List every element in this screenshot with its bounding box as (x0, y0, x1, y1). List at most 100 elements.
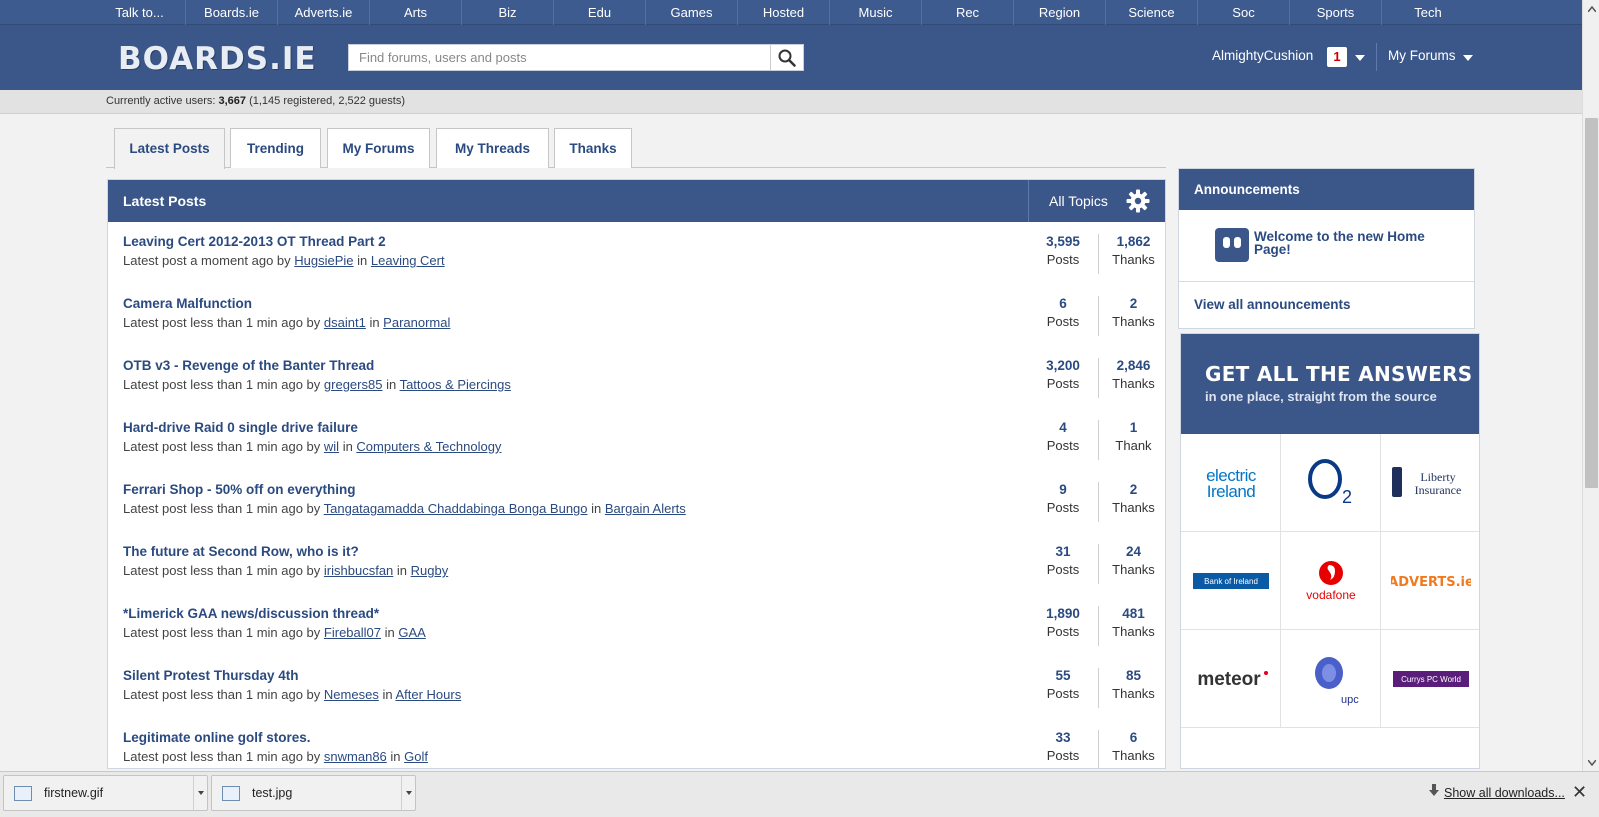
category-music[interactable]: Music (830, 0, 922, 25)
category-boards-ie[interactable]: Boards.ie (186, 0, 278, 25)
thread-title-link[interactable]: OTB v3 - Revenge of the Banter Thread (123, 358, 374, 373)
tab-latest-posts[interactable]: Latest Posts (114, 128, 225, 169)
download-filename[interactable]: test.jpg (252, 786, 292, 800)
search-input[interactable] (349, 45, 769, 70)
post-author-link[interactable]: snwman86 (324, 749, 387, 764)
tab-my-forums[interactable]: My Forums (327, 128, 430, 168)
post-author-link[interactable]: Nemeses (324, 687, 379, 702)
forum-link[interactable]: Paranormal (383, 315, 450, 330)
post-author-link[interactable]: gregers85 (324, 377, 383, 392)
all-topics-filter[interactable]: All Topics (1049, 193, 1108, 209)
brand-upc-logo[interactable]: upc (1281, 630, 1381, 728)
thread-title-link[interactable]: Silent Protest Thursday 4th (123, 668, 299, 683)
category-adverts-ie[interactable]: Adverts.ie (278, 0, 370, 25)
forum-link[interactable]: GAA (398, 625, 425, 640)
brand-electric-ireland-logo[interactable]: electric Ireland (1181, 434, 1281, 532)
download-menu-chevron-down-icon[interactable] (193, 776, 207, 810)
category-talk-to[interactable]: Talk to... (94, 0, 186, 25)
download-filename[interactable]: firstnew.gif (44, 786, 103, 800)
my-forums-menu[interactable]: My Forums (1388, 48, 1456, 63)
image-file-icon (222, 786, 240, 801)
scrollbar-thumb[interactable] (1585, 118, 1598, 488)
category-soc[interactable]: Soc (1198, 0, 1290, 25)
post-count-value: 6 (1059, 296, 1067, 311)
thread-title-link[interactable]: Hard-drive Raid 0 single drive failure (123, 420, 358, 435)
post-row: OTB v3 - Revenge of the Banter Thread Lat… (108, 346, 1165, 409)
post-author-link[interactable]: wil (324, 439, 339, 454)
site-header: BOARDS.IE AlmightyCushion 1 My Forums (0, 25, 1582, 90)
tab-thanks[interactable]: Thanks (554, 128, 632, 168)
forum-link[interactable]: Computers & Technology (356, 439, 501, 454)
vertical-scrollbar[interactable] (1582, 0, 1599, 771)
thread-title-link[interactable]: Ferrari Shop - 50% off on everything (123, 482, 356, 497)
tab-my-threads[interactable]: My Threads (436, 128, 549, 168)
gear-icon[interactable] (1126, 189, 1150, 213)
announcement-link[interactable]: Welcome to the new Home Page! (1254, 230, 1459, 257)
download-arrow-icon (1429, 784, 1439, 796)
category-sports[interactable]: Sports (1290, 0, 1382, 25)
show-all-downloads-link[interactable]: Show all downloads... (1444, 786, 1565, 800)
search-button[interactable] (770, 45, 803, 70)
post-time: Latest post less than 1 min ago by (123, 377, 324, 392)
category-biz[interactable]: Biz (462, 0, 554, 25)
user-menu-username[interactable]: AlmightyCushion (1212, 48, 1313, 63)
post-author-link[interactable]: irishbucsfan (324, 563, 393, 578)
scroll-down-arrow-icon[interactable] (1583, 754, 1599, 771)
brand-vodafone-logo[interactable]: vodafone (1281, 532, 1381, 630)
site-logo[interactable]: BOARDS.IE (118, 41, 317, 77)
category-tech[interactable]: Tech (1382, 0, 1474, 25)
thread-title-link[interactable]: Camera Malfunction (123, 296, 252, 311)
post-count-label: Posts (1046, 376, 1080, 391)
post-count-label: Posts (1046, 314, 1080, 329)
thread-title-link[interactable]: Legitimate online golf stores. (123, 730, 311, 745)
post-author-link[interactable]: HugsiePie (294, 253, 353, 268)
post-author-link[interactable]: Tangatagamadda Chaddabinga Bonga Bungo (324, 501, 588, 516)
post-row: Legitimate online golf stores. Latest pos… (108, 718, 1165, 768)
announcement-item: Welcome to the new Home Page! (1179, 210, 1474, 282)
view-all-announcements-link[interactable]: View all announcements (1194, 297, 1351, 312)
post-meta: Latest post less than 1 min ago by wil i… (123, 439, 501, 454)
brand-currys-logo[interactable]: Currys PC World (1381, 630, 1479, 728)
post-time: Latest post less than 1 min ago by (123, 315, 324, 330)
category-region[interactable]: Region (1014, 0, 1106, 25)
forum-link[interactable]: Leaving Cert (371, 253, 445, 268)
user-menu-chevron-down-icon[interactable] (1355, 55, 1365, 61)
brand-o2-logo[interactable]: 2 (1281, 434, 1381, 532)
forum-link[interactable]: Rugby (411, 563, 449, 578)
forum-link[interactable]: Bargain Alerts (605, 501, 686, 516)
close-icon[interactable]: ✕ (1572, 783, 1587, 801)
svg-text:vodafone: vodafone (1306, 588, 1356, 602)
meteor-logo-art: meteor (1197, 669, 1268, 690)
forum-link[interactable]: Golf (404, 749, 428, 764)
thread-title-link[interactable]: Leaving Cert 2012-2013 OT Thread Part 2 (123, 234, 386, 249)
thread-title-link[interactable]: The future at Second Row, who is it? (123, 544, 359, 559)
category-rec[interactable]: Rec (922, 0, 1014, 25)
advert-banner[interactable]: GET ALL THE ANSWERS in one place, straig… (1181, 334, 1479, 434)
tab-trending[interactable]: Trending (230, 128, 321, 168)
brand-adverts-logo[interactable]: ADVERTS.ie (1381, 532, 1479, 630)
category-games[interactable]: Games (646, 0, 738, 25)
category-arts[interactable]: Arts (370, 0, 462, 25)
brand-liberty-insurance-logo[interactable]: Liberty Insurance (1381, 434, 1479, 532)
download-item[interactable]: test.jpg (211, 775, 416, 811)
in-word: in (587, 501, 605, 516)
download-menu-chevron-down-icon[interactable] (401, 776, 415, 810)
active-users-text: Currently active users: 3,667 (1,145 reg… (106, 95, 405, 107)
post-meta: Latest post less than 1 min ago by dsain… (123, 315, 450, 330)
thanks-count-value: 2 (1129, 296, 1138, 311)
brand-bank-of-ireland-logo[interactable]: Bank of Ireland (1181, 532, 1281, 630)
category-nav: Talk to... Boards.ie Adverts.ie Arts Biz Edu G… (0, 0, 1582, 25)
forum-link[interactable]: Tattoos & Piercings (400, 377, 511, 392)
scroll-up-arrow-icon[interactable] (1583, 0, 1599, 17)
post-author-link[interactable]: Fireball07 (324, 625, 381, 640)
thread-title-link[interactable]: *Limerick GAA news/discussion thread* (123, 606, 379, 621)
notification-badge[interactable]: 1 (1327, 47, 1347, 67)
category-edu[interactable]: Edu (554, 0, 646, 25)
post-author-link[interactable]: dsaint1 (324, 315, 366, 330)
my-forums-chevron-down-icon[interactable] (1463, 55, 1473, 61)
category-hosted[interactable]: Hosted (738, 0, 830, 25)
brand-meteor-logo[interactable]: meteor (1181, 630, 1281, 728)
download-item[interactable]: firstnew.gif (3, 775, 208, 811)
forum-link[interactable]: After Hours (395, 687, 461, 702)
category-science[interactable]: Science (1106, 0, 1198, 25)
